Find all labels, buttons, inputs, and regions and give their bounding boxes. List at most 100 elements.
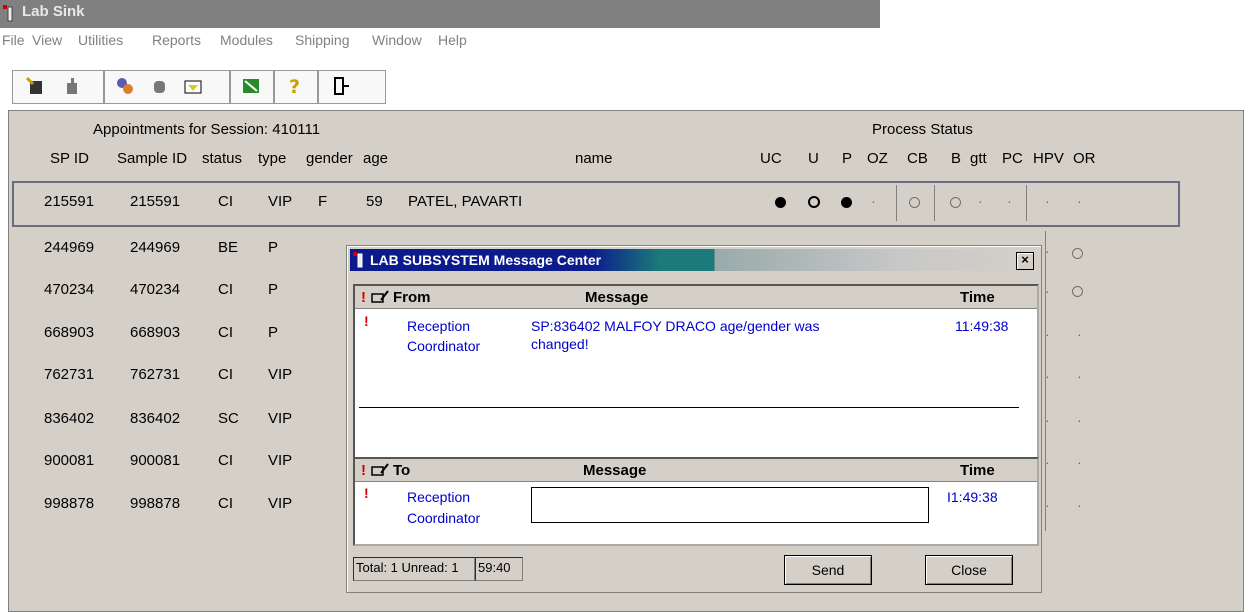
new-icon[interactable] [24, 75, 46, 97]
to-column-header: To [393, 462, 411, 479]
row3-status[interactable]: CI [218, 324, 233, 341]
row6-status[interactable]: CI [218, 452, 233, 469]
pointer-icon[interactable] [60, 75, 82, 97]
status-gray-ring [909, 197, 920, 208]
message-center-dialog: LAB SUBSYSTEM Message Center × ! From Me… [346, 245, 1042, 593]
row0-type[interactable]: VIP [268, 193, 292, 210]
menu-file[interactable]: File [2, 32, 25, 48]
message-time[interactable]: 11:49:38 [955, 318, 1008, 334]
status-gray-ring [1072, 286, 1083, 297]
menu-utilities[interactable]: Utilities [78, 32, 123, 48]
col-sample-id: Sample ID [117, 150, 188, 167]
row3-type[interactable]: P [268, 324, 278, 341]
message-input[interactable] [531, 487, 929, 523]
menu-shipping[interactable]: Shipping [295, 32, 350, 48]
divider [359, 407, 1019, 408]
row7-sp-id[interactable]: 998878 [44, 495, 94, 512]
menu-bar: File View Utilities Reports Modules Ship… [0, 28, 1252, 52]
row0-status[interactable]: CI [218, 193, 233, 210]
row2-status[interactable]: CI [218, 281, 233, 298]
row5-sample-id[interactable]: 836402 [130, 410, 180, 427]
status-small-dot: · [1077, 368, 1082, 384]
from-line-1[interactable]: Reception [407, 318, 470, 334]
to-line-2[interactable]: Coordinator [407, 510, 480, 526]
status-small-dot: · [1077, 193, 1082, 209]
selected-table-row[interactable] [12, 181, 1180, 227]
row1-type[interactable]: P [268, 239, 278, 256]
row7-sample-id[interactable]: 998878 [130, 495, 180, 512]
status-divider [1026, 185, 1027, 221]
tag-icon[interactable] [182, 75, 204, 97]
row5-sp-id[interactable]: 836402 [44, 410, 94, 427]
to-line-1[interactable]: Reception [407, 489, 470, 505]
row0-name[interactable]: PATEL, PAVARTI [408, 193, 522, 210]
group-icon[interactable] [114, 75, 136, 97]
row2-sp-id[interactable]: 470234 [44, 281, 94, 298]
compose-flag: ! [364, 485, 369, 501]
row2-type[interactable]: P [268, 281, 278, 298]
lab-sink-icon [3, 5, 13, 22]
exit-icon[interactable] [330, 75, 352, 97]
status-small-dot: · [1045, 243, 1050, 259]
col-sp-id: SP ID [50, 150, 89, 167]
status-gray-ring [950, 197, 961, 208]
row3-sp-id[interactable]: 668903 [44, 324, 94, 341]
row4-sp-id[interactable]: 762731 [44, 366, 94, 383]
compose-grid: ! To Message Time ! Reception Coordinato… [353, 457, 1039, 546]
envelope-pen-icon [371, 463, 389, 476]
menu-reports[interactable]: Reports [152, 32, 201, 48]
menu-window[interactable]: Window [372, 32, 422, 48]
app-title: Lab Sink [22, 3, 85, 20]
row0-gender[interactable]: F [318, 193, 327, 210]
row4-type[interactable]: VIP [268, 366, 292, 383]
row1-sp-id[interactable]: 244969 [44, 239, 94, 256]
row0-sample-id[interactable]: 215591 [130, 193, 180, 210]
status-small-dot: · [1077, 412, 1082, 428]
row7-type[interactable]: VIP [268, 495, 292, 512]
row6-sp-id[interactable]: 900081 [44, 452, 94, 469]
message-count-status: Total: 1 Unread: 1 [353, 557, 475, 581]
col-type: type [258, 150, 287, 167]
row3-sample-id[interactable]: 668903 [130, 324, 180, 341]
row7-status[interactable]: CI [218, 495, 233, 512]
row2-sample-id[interactable]: 470234 [130, 281, 180, 298]
col-cb: CB [907, 150, 928, 167]
status-small-dot: · [1045, 326, 1050, 342]
row4-sample-id[interactable]: 762731 [130, 366, 180, 383]
message-column-header: Message [585, 289, 649, 306]
close-button[interactable]: Close [925, 555, 1013, 585]
row4-status[interactable]: CI [218, 366, 233, 383]
compose-header: ! To Message Time [355, 459, 1037, 482]
specimen-icon[interactable] [240, 75, 262, 97]
row5-type[interactable]: VIP [268, 410, 292, 427]
time-column-header: Time [960, 289, 995, 306]
close-icon[interactable]: × [1016, 252, 1034, 270]
hand-icon[interactable] [148, 75, 170, 97]
message-line-2[interactable]: changed! [531, 336, 589, 352]
message-line-1[interactable]: SP:836402 MALFOY DRACO age/gender was [531, 318, 819, 334]
menu-modules[interactable]: Modules [220, 32, 273, 48]
status-small-dot: · [1007, 193, 1012, 209]
row0-age[interactable]: 59 [366, 193, 383, 210]
status-filled-dot [775, 197, 786, 208]
col-or: OR [1073, 150, 1096, 167]
row6-sample-id[interactable]: 900081 [130, 452, 180, 469]
menu-help[interactable]: Help [438, 32, 467, 48]
dialog-title-bar[interactable]: LAB SUBSYSTEM Message Center [350, 249, 1038, 271]
from-line-2[interactable]: Coordinator [407, 338, 480, 354]
col-p: P [842, 150, 853, 167]
row0-sp-id[interactable]: 215591 [44, 193, 94, 210]
help-icon[interactable]: ? [284, 75, 306, 97]
status-small-dot: · [1045, 454, 1050, 470]
row1-sample-id[interactable]: 244969 [130, 239, 180, 256]
lab-sink-icon [353, 252, 363, 268]
compose-time: I1:49:38 [947, 489, 998, 505]
row6-type[interactable]: VIP [268, 452, 292, 469]
col-uc: UC [760, 150, 782, 167]
row5-status[interactable]: SC [218, 410, 239, 427]
menu-view[interactable]: View [32, 32, 62, 48]
row1-status[interactable]: BE [218, 239, 238, 256]
send-button[interactable]: Send [784, 555, 872, 585]
dialog-title: LAB SUBSYSTEM Message Center [370, 252, 602, 268]
col-pc: PC [1002, 150, 1023, 167]
